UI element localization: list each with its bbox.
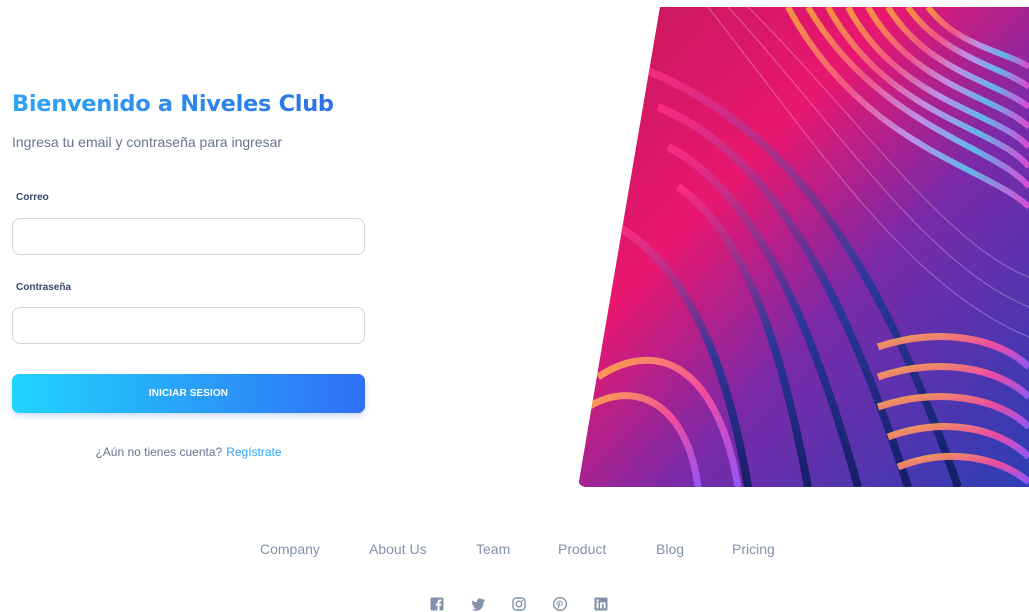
- hero-abstract-art: [578, 7, 1029, 487]
- footer-link-team[interactable]: Team: [476, 541, 510, 557]
- signup-link[interactable]: Regístrate: [226, 445, 281, 459]
- footer-link-pricing[interactable]: Pricing: [732, 541, 775, 557]
- login-button[interactable]: INICIAR SESION: [12, 374, 365, 413]
- signup-prompt-text: ¿Aún no tienes cuenta?: [95, 445, 223, 459]
- hero-abstract-image: [578, 7, 1029, 487]
- email-label: Correo: [16, 192, 49, 203]
- password-label: Contraseña: [16, 282, 72, 293]
- linkedin-icon[interactable]: [594, 597, 608, 611]
- email-field[interactable]: [12, 218, 365, 255]
- login-panel: Bienvenido a Niveles Club Ingresa tu ema…: [12, 88, 365, 459]
- footer-link-about-us[interactable]: About Us: [369, 541, 427, 557]
- signup-prompt-line: ¿Aún no tienes cuenta? Regístrate: [12, 445, 365, 459]
- footer-link-blog[interactable]: Blog: [656, 541, 684, 557]
- password-field[interactable]: [12, 307, 365, 344]
- page-title: Bienvenido a Niveles Club: [12, 88, 365, 120]
- pinterest-icon[interactable]: [553, 597, 567, 611]
- facebook-icon[interactable]: [430, 597, 444, 611]
- instagram-icon[interactable]: [512, 597, 526, 611]
- footer-link-product[interactable]: Product: [558, 541, 606, 557]
- footer-nav: Company About Us Team Product Blog Prici…: [0, 541, 1029, 559]
- footer-link-company[interactable]: Company: [260, 541, 320, 557]
- page-subtitle: Ingresa tu email y contraseña para ingre…: [12, 134, 283, 150]
- twitter-icon[interactable]: [471, 597, 485, 611]
- social-links: [0, 597, 1029, 612]
